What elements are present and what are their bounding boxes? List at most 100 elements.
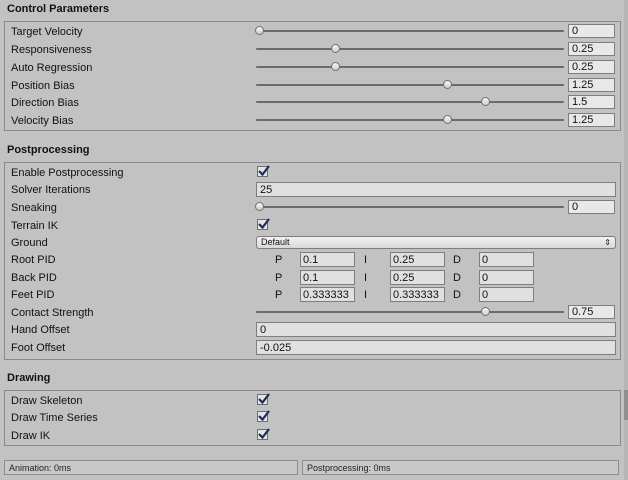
slider-thumb[interactable]: [481, 307, 491, 316]
scrollbar-thumb[interactable]: [624, 390, 628, 420]
ground-dropdown-value: Default: [261, 237, 290, 247]
feet-pid-p-field[interactable]: 0.333333: [300, 287, 355, 302]
target-velocity-label: Target Velocity: [11, 26, 83, 38]
checkmark-icon: [258, 165, 270, 177]
back-pid-d-field[interactable]: 0: [479, 270, 534, 285]
slider-thumb[interactable]: [330, 44, 340, 53]
auto-regression-slider[interactable]: [256, 60, 564, 74]
solver-iterations-row: Solver Iterations 25: [5, 182, 620, 199]
root-pid-i-field[interactable]: 0.25: [390, 252, 445, 267]
feet-pid-label: Feet PID: [11, 289, 55, 301]
enable-postprocessing-checkbox[interactable]: [257, 165, 270, 177]
back-pid-label: Back PID: [11, 272, 57, 284]
slider-track: [256, 84, 564, 86]
velocity-bias-field[interactable]: 1.25: [568, 113, 615, 127]
slider-track: [256, 101, 564, 103]
position-bias-field[interactable]: 1.25: [568, 78, 615, 92]
i-letter: I: [364, 272, 368, 284]
postprocessing-panel: Enable Postprocessing Solver Iterations …: [4, 162, 621, 360]
direction-bias-slider[interactable]: [256, 95, 564, 109]
back-pid-i-field[interactable]: 0.25: [390, 270, 445, 285]
sneaking-field[interactable]: 0: [568, 200, 615, 214]
contact-strength-label: Contact Strength: [11, 307, 94, 319]
sneaking-label: Sneaking: [11, 202, 57, 214]
d-letter: D: [453, 272, 461, 284]
back-pid-p-field[interactable]: 0.1: [300, 270, 355, 285]
hand-offset-row: Hand Offset 0: [5, 322, 620, 339]
root-pid-label: Root PID: [11, 254, 56, 266]
slider-thumb[interactable]: [255, 26, 265, 35]
control-parameters-panel: Target Velocity 0 Responsiveness 0.25 Au…: [4, 21, 621, 131]
solver-iterations-label: Solver Iterations: [11, 184, 91, 196]
terrain-ik-label: Terrain IK: [11, 220, 59, 232]
draw-skeleton-row: Draw Skeleton: [5, 393, 620, 410]
hand-offset-field[interactable]: 0: [256, 322, 616, 337]
slider-thumb[interactable]: [442, 115, 452, 124]
slider-track: [256, 66, 564, 68]
draw-skeleton-checkbox[interactable]: [257, 393, 270, 405]
slider-thumb[interactable]: [481, 97, 491, 106]
i-letter: I: [364, 289, 368, 301]
slider-track: [256, 119, 564, 121]
direction-bias-field[interactable]: 1.5: [568, 95, 615, 109]
draw-ik-checkbox[interactable]: [257, 428, 270, 440]
contact-strength-field[interactable]: 0.75: [568, 305, 615, 319]
target-velocity-field[interactable]: 0: [568, 24, 615, 38]
target-velocity-slider[interactable]: [255, 24, 564, 38]
back-pid-row: Back PID P 0.1 I 0.25 D 0: [5, 270, 620, 287]
postprocessing-header: Postprocessing: [7, 144, 90, 156]
contact-strength-slider[interactable]: [256, 305, 564, 319]
responsiveness-label: Responsiveness: [11, 44, 92, 56]
checkmark-icon: [258, 218, 270, 230]
root-pid-row: Root PID P 0.1 I 0.25 D 0: [5, 252, 620, 269]
feet-pid-d-field[interactable]: 0: [479, 287, 534, 302]
responsiveness-row: Responsiveness 0.25: [5, 42, 620, 59]
velocity-bias-slider[interactable]: [256, 113, 564, 127]
chevron-up-down-icon: ⇕: [604, 238, 611, 247]
position-bias-label: Position Bias: [11, 80, 75, 92]
terrain-ik-checkbox[interactable]: [257, 218, 270, 230]
responsiveness-slider[interactable]: [256, 42, 564, 56]
enable-postprocessing-row: Enable Postprocessing: [5, 165, 620, 182]
sneaking-slider[interactable]: [255, 200, 564, 214]
foot-offset-row: Foot Offset -0.025: [5, 340, 620, 357]
position-bias-slider[interactable]: [256, 78, 564, 92]
postprocessing-timing-status: Postprocessing: 0ms: [302, 460, 619, 475]
responsiveness-field[interactable]: 0.25: [568, 42, 615, 56]
root-pid-d-field[interactable]: 0: [479, 252, 534, 267]
sneaking-row: Sneaking 0: [5, 200, 620, 217]
drawing-header: Drawing: [7, 372, 51, 384]
draw-time-series-label: Draw Time Series: [11, 412, 98, 424]
root-pid-p-field[interactable]: 0.1: [300, 252, 355, 267]
checkmark-icon: [258, 393, 270, 405]
ground-dropdown[interactable]: Default ⇕: [256, 236, 616, 249]
solver-iterations-field[interactable]: 25: [256, 182, 616, 197]
checkmark-icon: [258, 410, 270, 422]
draw-time-series-row: Draw Time Series: [5, 410, 620, 427]
auto-regression-row: Auto Regression 0.25: [5, 60, 620, 77]
foot-offset-label: Foot Offset: [11, 342, 66, 354]
slider-thumb[interactable]: [442, 80, 452, 89]
slider-track: [256, 30, 564, 32]
d-letter: D: [453, 254, 461, 266]
slider-thumb[interactable]: [255, 202, 265, 211]
foot-offset-field[interactable]: -0.025: [256, 340, 616, 355]
hand-offset-label: Hand Offset: [11, 324, 70, 336]
feet-pid-row: Feet PID P 0.333333 I 0.333333 D 0: [5, 287, 620, 304]
slider-thumb[interactable]: [330, 62, 340, 71]
draw-time-series-checkbox[interactable]: [257, 410, 270, 422]
velocity-bias-label: Velocity Bias: [11, 115, 74, 127]
slider-track: [256, 311, 564, 313]
p-letter: P: [275, 254, 283, 266]
ground-row: Ground Default ⇕: [5, 235, 620, 252]
feet-pid-i-field[interactable]: 0.333333: [390, 287, 445, 302]
slider-track: [256, 206, 564, 208]
direction-bias-row: Direction Bias 1.5: [5, 95, 620, 112]
auto-regression-label: Auto Regression: [11, 62, 93, 74]
ground-label: Ground: [11, 237, 48, 249]
checkmark-icon: [258, 428, 270, 440]
auto-regression-field[interactable]: 0.25: [568, 60, 615, 74]
draw-ik-row: Draw IK: [5, 428, 620, 445]
d-letter: D: [453, 289, 461, 301]
i-letter: I: [364, 254, 368, 266]
